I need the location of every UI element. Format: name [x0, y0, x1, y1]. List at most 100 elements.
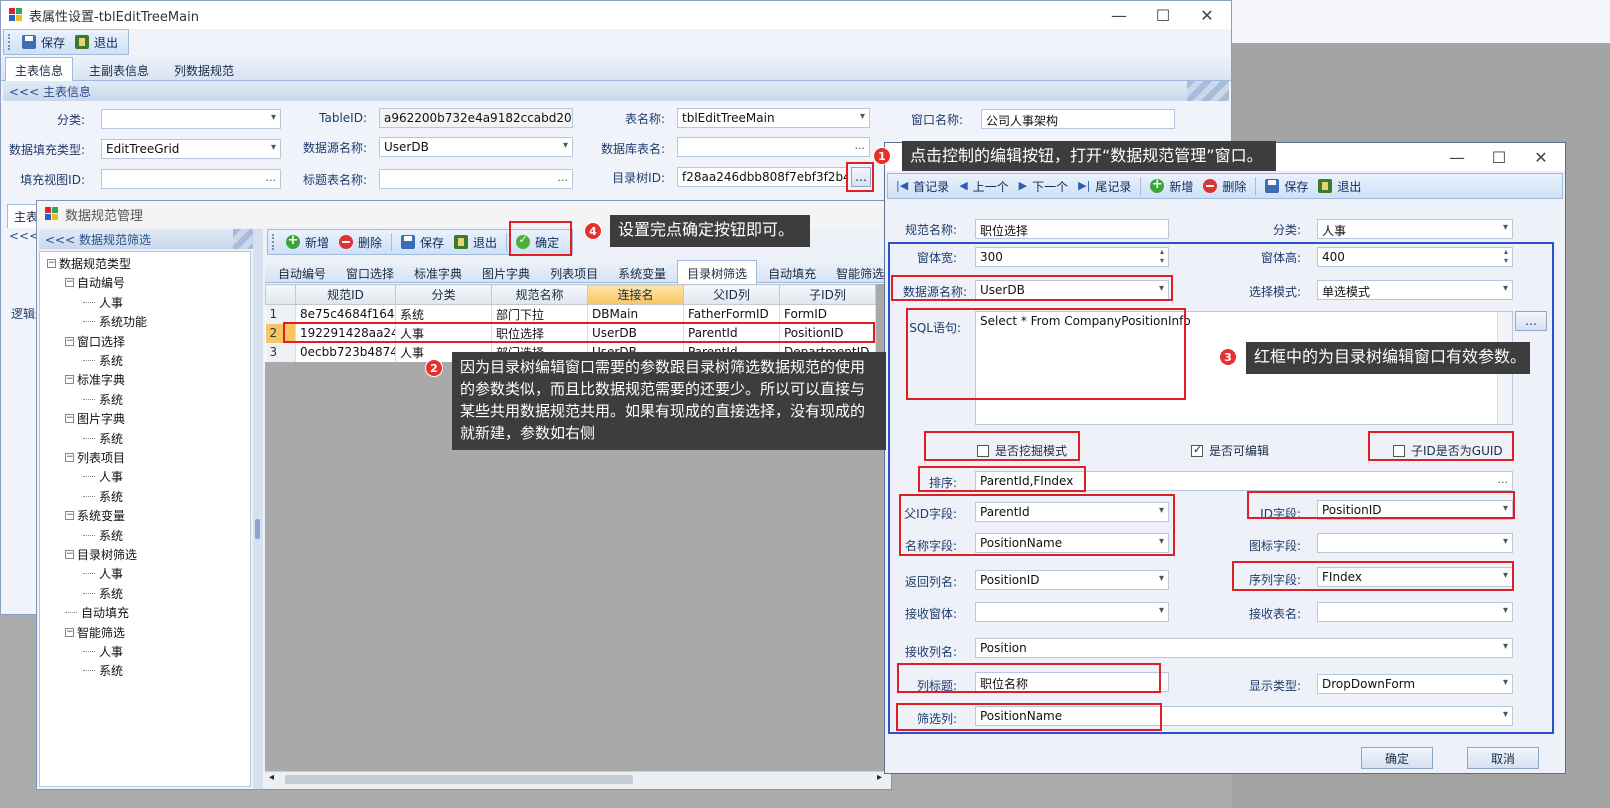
height-spinner[interactable]: 400: [1317, 247, 1513, 267]
collapse-icon[interactable]: −: [65, 550, 74, 559]
tree-node[interactable]: 系统: [83, 488, 123, 505]
tree-node[interactable]: 人事: [83, 643, 123, 660]
tree-node[interactable]: − 数据规范类型: [47, 255, 131, 272]
add-button[interactable]: 新增: [1146, 175, 1197, 197]
row-number[interactable]: 2: [265, 323, 296, 343]
tab-main-sub-info[interactable]: 主副表信息: [75, 58, 158, 83]
sort-field[interactable]: ParentId,FIndex: [975, 471, 1513, 491]
tree-node[interactable]: − 列表项目: [65, 449, 125, 466]
prev-record-button[interactable]: ◀ 上一个: [955, 175, 1012, 197]
exit-button[interactable]: 退出: [71, 31, 122, 53]
tablename-select[interactable]: tblEditTreeMain: [677, 108, 870, 128]
selmode-select[interactable]: 单选模式: [1317, 280, 1513, 300]
grid-cell[interactable]: 职位选择: [491, 323, 588, 343]
category-select[interactable]: [101, 109, 281, 129]
close-button[interactable]: ✕: [1185, 1, 1229, 29]
row-number[interactable]: 3: [265, 342, 296, 362]
tree-header[interactable]: <<< 数据规范筛选: [39, 229, 253, 249]
return-select[interactable]: PositionID: [975, 570, 1169, 590]
grid-column-header[interactable]: 规范名称: [491, 284, 588, 305]
recvcol-select[interactable]: Position: [975, 638, 1513, 658]
tree-node[interactable]: 人事: [83, 294, 123, 311]
splitter[interactable]: [253, 229, 263, 789]
collapse-icon[interactable]: −: [65, 511, 74, 521]
parent-select[interactable]: ParentId: [975, 502, 1169, 522]
tree-node[interactable]: 人事: [83, 468, 123, 485]
grid-cell[interactable]: FatherFormID: [683, 304, 780, 324]
last-record-button[interactable]: ▶| 尾记录: [1074, 175, 1135, 197]
fillview-field[interactable]: [101, 169, 281, 189]
grid-column-header[interactable]: 父ID列: [683, 284, 780, 305]
grid-hscrollbar[interactable]: ◂ ▸: [265, 771, 891, 787]
tree-node[interactable]: 系统功能: [83, 313, 147, 330]
tree-node[interactable]: 系统: [83, 662, 123, 679]
grid-cell[interactable]: FormID: [779, 304, 876, 324]
seq-select[interactable]: FIndex: [1317, 567, 1513, 587]
add-button[interactable]: 新增: [282, 231, 333, 253]
width-spinner[interactable]: 300: [975, 247, 1169, 267]
grid-cell[interactable]: 192291428aa24c: [295, 323, 396, 343]
disptype-select[interactable]: DropDownForm: [1317, 674, 1513, 694]
tree-node[interactable]: 系统: [83, 527, 123, 544]
maximize-button[interactable]: ☐: [1141, 1, 1185, 29]
winname-field[interactable]: 公司人事架构: [981, 109, 1175, 129]
grid-cell[interactable]: DBMain: [587, 304, 684, 324]
tab-main-info[interactable]: 主表信息: [5, 57, 74, 83]
dirtree-field[interactable]: f28aa246dbb808f7ebf3f2b467: [677, 167, 847, 187]
spec-tab[interactable]: 系统变量: [609, 261, 675, 286]
row-number[interactable]: 1: [265, 304, 296, 324]
next-record-button[interactable]: ▶ 下一个: [1015, 175, 1072, 197]
exit-button[interactable]: 退出: [450, 231, 501, 253]
datasource-select[interactable]: UserDB: [975, 280, 1169, 300]
grid-cell[interactable]: 部门下拉: [491, 304, 588, 324]
tree-node[interactable]: 自动填充: [65, 604, 129, 621]
filter-select[interactable]: PositionName: [975, 706, 1513, 726]
collapse-icon[interactable]: −: [65, 453, 74, 462]
table-row[interactable]: 2 192291428aa24c 人事 职位选择 UserDB ParentId Posit…: [265, 323, 876, 343]
minimize-button[interactable]: —: [1097, 1, 1141, 29]
ok-button[interactable]: 确定: [1361, 747, 1433, 769]
grid-cell[interactable]: 系统: [395, 304, 492, 324]
spec-tab[interactable]: 列表项目: [541, 261, 607, 286]
spec-tab[interactable]: 图片字典: [473, 261, 539, 286]
tab-column-spec[interactable]: 列数据规范: [160, 58, 243, 83]
collapse-icon[interactable]: −: [65, 375, 74, 385]
category-select[interactable]: 人事: [1317, 219, 1513, 239]
datasource-select[interactable]: UserDB: [379, 137, 573, 157]
toolbar-grip[interactable]: [8, 34, 12, 50]
coltitle-field[interactable]: 职位名称: [975, 672, 1169, 692]
collapse-icon[interactable]: −: [65, 414, 74, 424]
spec-tab[interactable]: 标准字典: [405, 261, 471, 286]
collapse-icon[interactable]: −: [65, 336, 74, 346]
main-info-header[interactable]: <<< 主表信息: [3, 81, 1229, 101]
tree-node[interactable]: 人事: [83, 565, 123, 582]
guid-checkbox[interactable]: 子ID是否为GUID: [1393, 442, 1503, 459]
mining-checkbox[interactable]: 是否挖掘模式: [977, 442, 1067, 459]
scroll-right-icon[interactable]: ▸: [877, 772, 882, 783]
icon-select[interactable]: [1317, 533, 1513, 553]
confirm-button[interactable]: 确定: [512, 231, 563, 253]
minimize-button[interactable]: —: [1435, 143, 1479, 171]
spec-tab[interactable]: 自动填充: [759, 261, 825, 286]
id-select[interactable]: PositionID: [1317, 500, 1513, 520]
dirtree-edit-button[interactable]: …: [851, 167, 871, 187]
sql-edit-button[interactable]: …: [1515, 311, 1547, 331]
dbtable-field[interactable]: [677, 137, 870, 157]
grid-column-header[interactable]: 分类: [395, 284, 492, 305]
grid-cell[interactable]: PositionID: [779, 323, 876, 343]
grid-corner[interactable]: [265, 284, 296, 305]
filltype-select[interactable]: EditTreeGrid: [101, 139, 281, 159]
grid-column-header[interactable]: 规范ID: [295, 284, 396, 305]
tree-node[interactable]: 系统: [83, 430, 123, 447]
tree-node[interactable]: − 智能筛选: [65, 624, 125, 641]
first-record-button[interactable]: |◀ 首记录: [892, 175, 953, 197]
scroll-left-icon[interactable]: ◂: [269, 772, 274, 783]
grid-column-header[interactable]: 连接名: [587, 284, 684, 305]
tree-node[interactable]: 系统: [83, 391, 123, 408]
tree-node[interactable]: − 系统变量: [65, 507, 125, 524]
name-select[interactable]: PositionName: [975, 533, 1169, 553]
tableid-field[interactable]: a962200b732e4a9182ccabd20272: [379, 108, 573, 128]
toolbar-grip[interactable]: [272, 234, 276, 250]
editable-checkbox[interactable]: 是否可编辑: [1191, 442, 1269, 459]
tree-node[interactable]: − 目录树筛选: [65, 546, 137, 563]
